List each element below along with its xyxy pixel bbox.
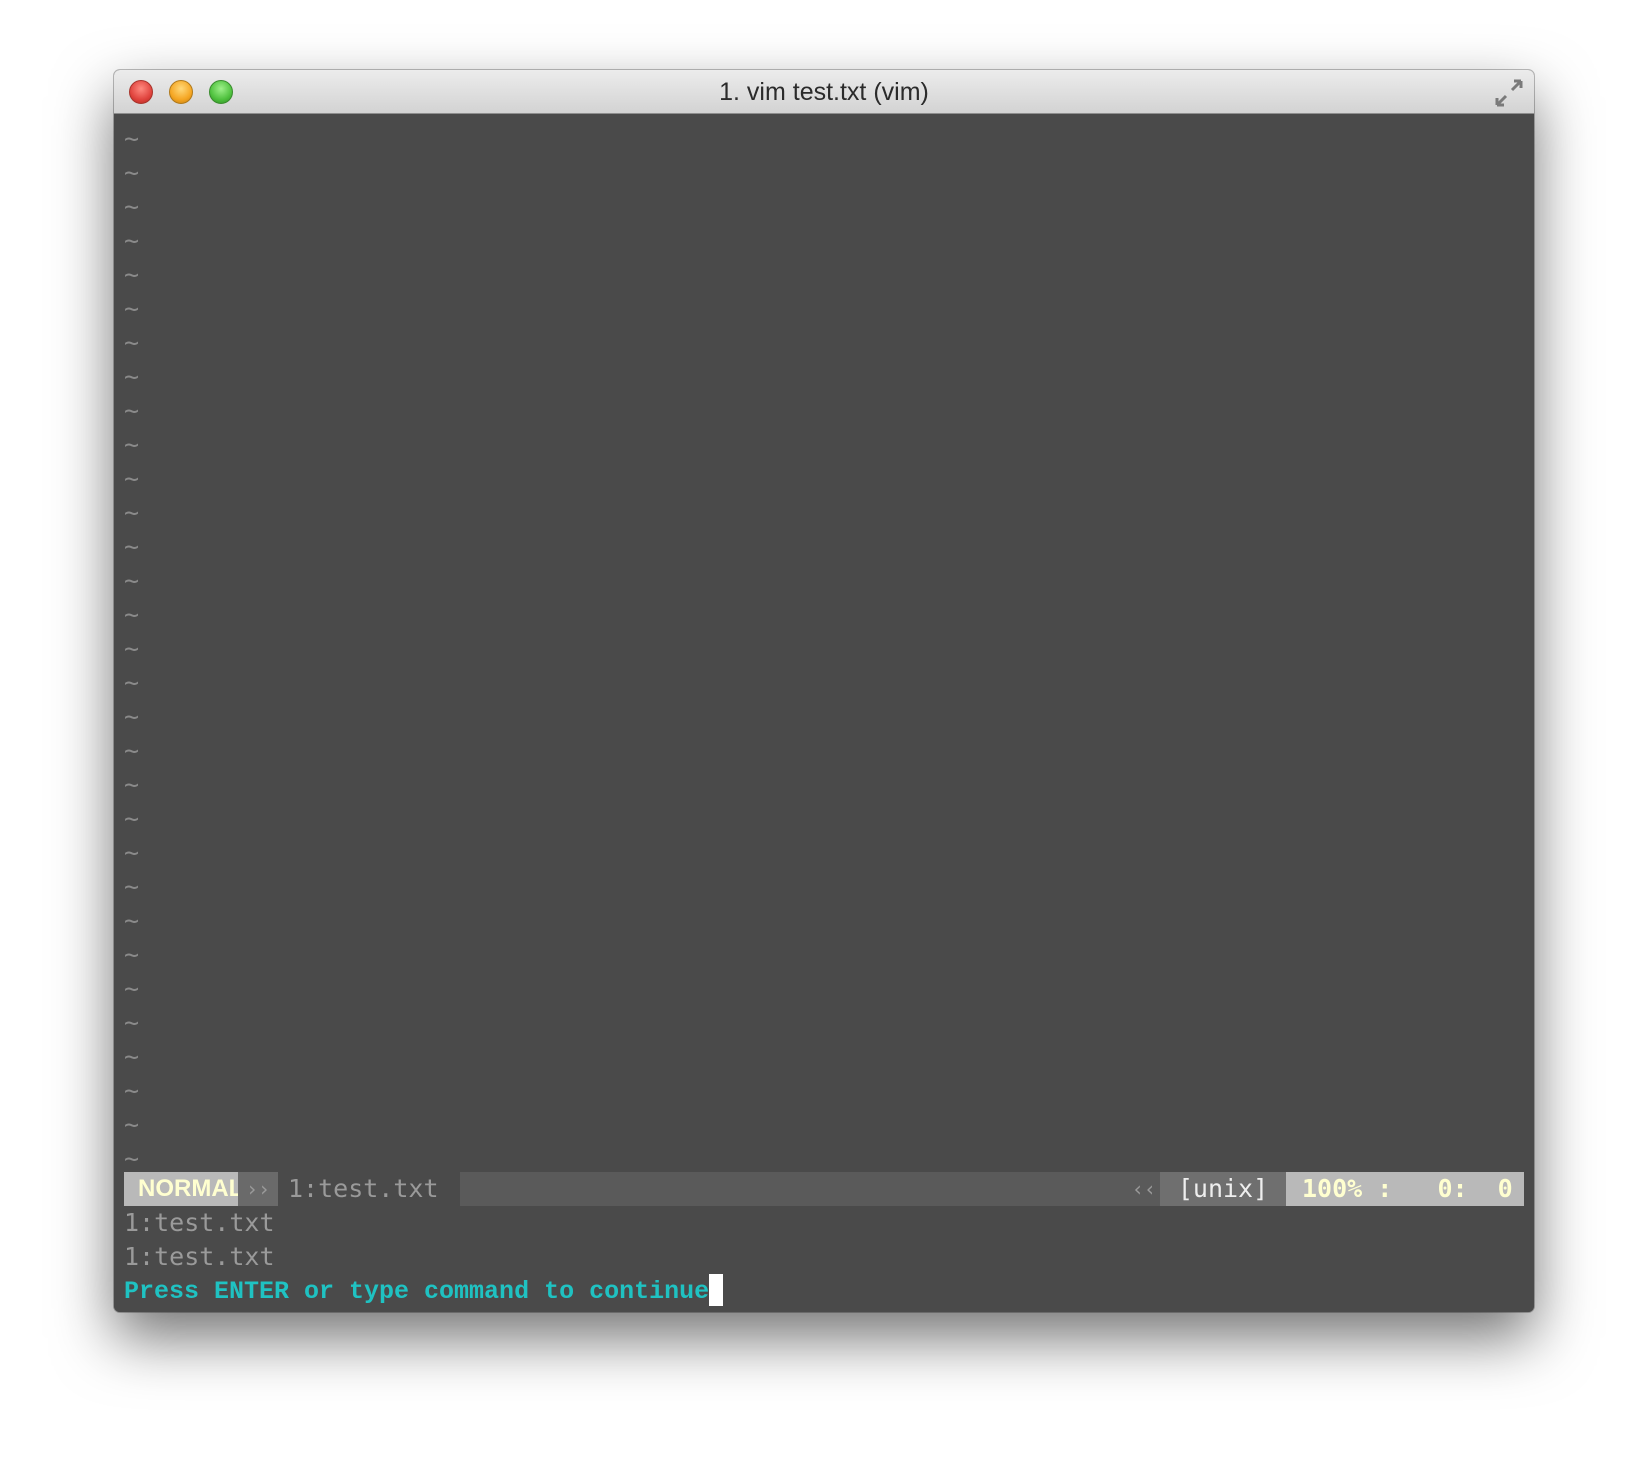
- empty-lines: ~ ~ ~ ~ ~ ~ ~ ~ ~ ~ ~ ~ ~ ~ ~ ~ ~ ~ ~ ~ ~ ~ ~ ~ ~ ~ ~ ~ ~ ~ ~: [124, 122, 139, 1176]
- status-line: NORMAL ›› 1:test.txt ‹‹ [unix] 100% : 0:…: [124, 1172, 1524, 1206]
- message-line: 1:test.txt: [124, 1208, 275, 1237]
- window-title: 1. vim test.txt (vim): [719, 78, 929, 106]
- empty-line-marker: ~: [124, 192, 140, 221]
- empty-line-marker: ~: [124, 1144, 140, 1173]
- text-cursor: [709, 1274, 724, 1306]
- empty-line-marker: ~: [124, 158, 140, 187]
- empty-line-marker: ~: [124, 1076, 140, 1105]
- empty-line-marker: ~: [124, 940, 140, 969]
- empty-line-marker: ~: [124, 838, 140, 867]
- empty-line-marker: ~: [124, 1042, 140, 1071]
- empty-line-marker: ~: [124, 430, 140, 459]
- empty-line-marker: ~: [124, 1008, 140, 1037]
- empty-line-marker: ~: [124, 736, 140, 765]
- empty-line-marker: ~: [124, 328, 140, 357]
- empty-line-marker: ~: [124, 566, 140, 595]
- empty-line-marker: ~: [124, 600, 140, 629]
- empty-line-marker: ~: [124, 702, 140, 731]
- empty-line-marker: ~: [124, 770, 140, 799]
- mode-indicator: NORMAL: [124, 1172, 248, 1206]
- empty-line-marker: ~: [124, 532, 140, 561]
- message-line: 1:test.txt: [124, 1242, 275, 1271]
- file-format: [unix]: [1160, 1172, 1286, 1206]
- fullscreen-icon[interactable]: [1494, 78, 1524, 108]
- empty-line-marker: ~: [124, 260, 140, 289]
- buffer-name: 1:test.txt: [278, 1172, 460, 1206]
- terminal-window: 1. vim test.txt (vim) ~ ~ ~ ~ ~ ~ ~ ~ ~ ~ ~ ~ ~ ~ ~ ~ ~ ~…: [114, 70, 1534, 1312]
- empty-line-marker: ~: [124, 974, 140, 1003]
- empty-line-marker: ~: [124, 362, 140, 391]
- empty-line-marker: ~: [124, 804, 140, 833]
- empty-line-marker: ~: [124, 668, 140, 697]
- empty-line-marker: ~: [124, 464, 140, 493]
- empty-line-marker: ~: [124, 1110, 140, 1139]
- empty-line-marker: ~: [124, 124, 140, 153]
- empty-line-marker: ~: [124, 294, 140, 323]
- empty-line-marker: ~: [124, 872, 140, 901]
- prompt-text: Press ENTER or type command to continue: [124, 1277, 710, 1306]
- empty-line-marker: ~: [124, 634, 140, 663]
- empty-line-marker: ~: [124, 906, 140, 935]
- empty-line-marker: ~: [124, 498, 140, 527]
- title-bar[interactable]: 1. vim test.txt (vim): [114, 70, 1534, 114]
- empty-line-marker: ~: [124, 396, 140, 425]
- vim-editor[interactable]: ~ ~ ~ ~ ~ ~ ~ ~ ~ ~ ~ ~ ~ ~ ~ ~ ~ ~ ~ ~ ~ ~ ~ ~ ~ ~ ~ ~ ~ ~ ~ NORMAL ›…: [114, 114, 1534, 1312]
- command-prompt[interactable]: Press ENTER or type command to continue: [124, 1274, 724, 1309]
- statusline-separator-right: ‹‹: [1131, 1177, 1156, 1201]
- statusline-separator-left: ››: [238, 1172, 278, 1206]
- empty-line-marker: ~: [124, 226, 140, 255]
- cursor-position: 100% : 0: 0: [1286, 1172, 1524, 1206]
